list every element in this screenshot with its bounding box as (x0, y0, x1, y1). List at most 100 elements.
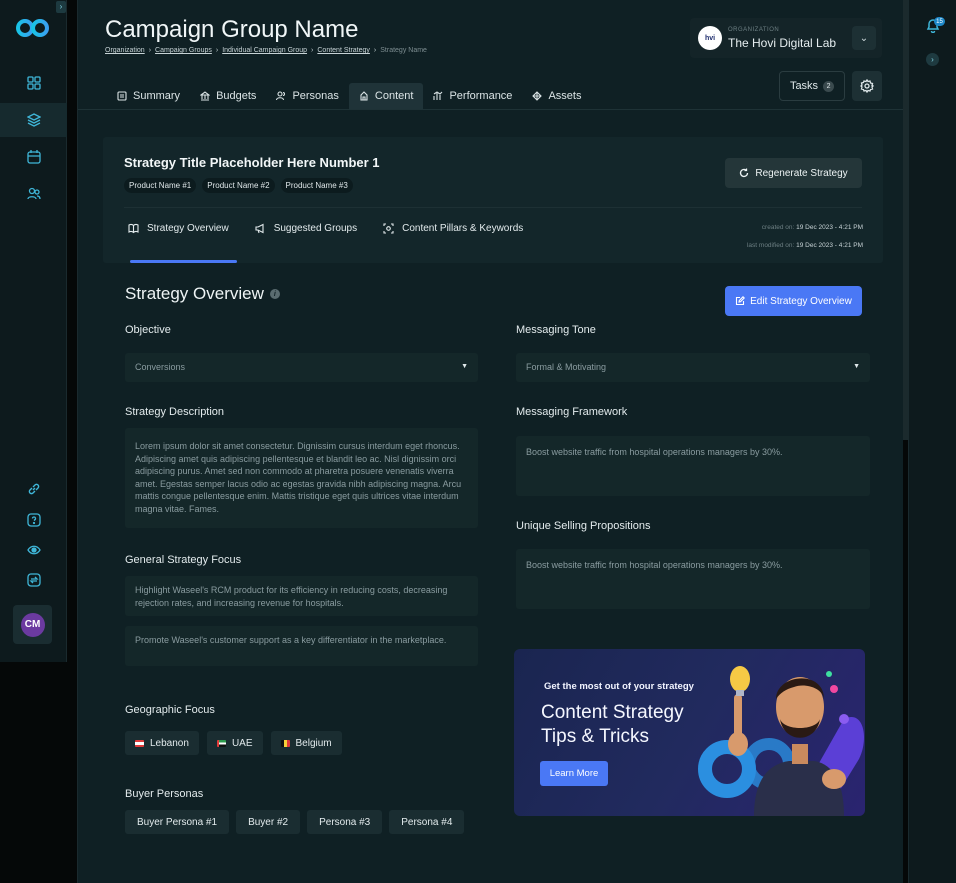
regenerate-strategy-button[interactable]: Regenerate Strategy (725, 158, 862, 188)
tasks-count-badge: 2 (823, 80, 835, 92)
geo-chip-uae: UAE (206, 731, 263, 755)
product-chip: Product Name #2 (202, 178, 275, 193)
description-label: Strategy Description (125, 406, 225, 418)
breadcrumb-campaign-groups[interactable]: Campaign Groups (155, 47, 212, 54)
product-chip: Product Name #3 (280, 178, 353, 193)
org-name: The Hovi Digital Lab (728, 36, 837, 50)
nav-links[interactable] (0, 472, 67, 506)
overview-title-text: Strategy Overview (125, 284, 264, 303)
geo-label-text: Belgium (295, 737, 332, 749)
overview-title: Strategy Overview i (125, 284, 280, 304)
breadcrumb-separator: › (215, 47, 219, 54)
organization-selector[interactable]: hvi ORGANIZATION The Hovi Digital Lab ⌄ (690, 18, 882, 58)
geo-chip-lebanon: Lebanon (125, 731, 199, 755)
tab-label: Summary (133, 90, 181, 102)
framework-field[interactable]: Boost website traffic from hospital oper… (516, 436, 870, 496)
user-avatar[interactable]: CM (13, 605, 52, 644)
breadcrumb-organization[interactable]: Organization (105, 47, 145, 54)
right-sidebar: 15 › (908, 0, 956, 883)
objective-value: Conversions (135, 362, 186, 373)
persona-chip: Buyer #2 (236, 810, 301, 834)
usp-label: Unique Selling Propositions (516, 520, 651, 532)
assets-icon (532, 91, 543, 101)
objective-select[interactable]: Conversions ▼ (125, 353, 478, 382)
subtab-label: Strategy Overview (147, 223, 229, 234)
breadcrumb-current: Strategy Name (380, 47, 427, 54)
info-icon[interactable]: i (269, 289, 280, 299)
focus-item[interactable]: Highlight Waseel's RCM product for its e… (125, 576, 478, 616)
nav-campaigns[interactable] (0, 103, 67, 137)
avatar-initials: CM (20, 612, 45, 637)
regenerate-label: Regenerate Strategy (755, 167, 848, 179)
tab-budgets[interactable]: Budgets (190, 83, 266, 109)
modified-value: 19 Dec 2023 - 4:21 PM (796, 242, 863, 249)
settings-button[interactable] (852, 71, 882, 101)
caret-down-icon: ▼ (461, 363, 468, 371)
nav-preview[interactable] (0, 533, 67, 567)
main-panel: Campaign Group Name Organization › Campai… (77, 0, 904, 883)
tab-personas[interactable]: Personas (266, 83, 348, 109)
focus-item[interactable]: Promote Waseel's customer support as a k… (125, 626, 478, 666)
performance-icon (433, 91, 443, 100)
objective-label: Objective (125, 324, 171, 336)
book-icon (128, 223, 139, 234)
tone-select[interactable]: Formal & Motivating ▼ (516, 353, 870, 382)
tips-promo-banner: Get the most out of your strategy Conten… (514, 649, 865, 816)
tab-label: Content (374, 90, 414, 102)
geo-label-text: Lebanon (150, 737, 189, 749)
page-title: Campaign Group Name (105, 16, 359, 43)
refresh-icon (740, 168, 749, 178)
bank-icon (200, 91, 211, 101)
summary-icon (117, 91, 127, 101)
users-icon (26, 187, 41, 200)
geo-label-text: UAE (231, 737, 253, 749)
edit-icon (736, 296, 746, 306)
chevron-down-icon[interactable]: ⌄ (852, 26, 876, 50)
breadcrumb-separator: › (148, 47, 152, 54)
breadcrumb-separator: › (311, 47, 314, 54)
layers-icon (26, 113, 41, 127)
content-icon (360, 91, 368, 101)
breadcrumb-content-strategy[interactable]: Content Strategy (317, 47, 370, 54)
breadcrumb: Organization › Campaign Groups › Individua… (105, 47, 427, 54)
created-date: created on: 19 Dec 2023 - 4:21 PM (747, 219, 863, 237)
eye-icon (26, 545, 41, 555)
breadcrumb-separator: › (373, 47, 377, 54)
edit-strategy-overview-button[interactable]: Edit Strategy Overview (725, 286, 862, 316)
help-icon (26, 513, 41, 527)
learn-more-button[interactable]: Learn More (540, 761, 608, 786)
nav-help[interactable] (0, 503, 67, 537)
framework-label: Messaging Framework (516, 406, 628, 418)
nav-calendar[interactable] (0, 140, 67, 174)
tasks-label: Tasks (789, 80, 819, 92)
subtab-suggested-groups[interactable]: Suggested Groups (255, 223, 357, 234)
promo-headline: Content Strategy Tips & Tricks (541, 701, 684, 749)
tab-content[interactable]: Content (348, 83, 424, 109)
tasks-button[interactable]: Tasks 2 (779, 71, 845, 101)
subtab-content-pillars[interactable]: Content Pillars & Keywords (383, 223, 523, 234)
subtab-strategy-overview[interactable]: Strategy Overview (128, 223, 229, 234)
sidebar-collapse-button[interactable]: › (56, 1, 66, 13)
link-icon (28, 483, 39, 495)
tab-label: Assets (548, 90, 582, 102)
promo-headline-line: Content Strategy (541, 702, 684, 723)
personas-label: Buyer Personas (125, 788, 204, 800)
nav-sync[interactable] (0, 563, 67, 597)
expand-panel-button[interactable]: › (926, 53, 939, 66)
app-logo[interactable] (16, 16, 50, 46)
geo-chips: Lebanon UAE Belgium (125, 731, 342, 755)
promo-illustration (698, 666, 864, 816)
tone-label: Messaging Tone (516, 324, 596, 336)
tab-summary[interactable]: Summary (107, 83, 190, 109)
modified-label: last modified on: (746, 242, 795, 249)
breadcrumb-individual-group[interactable]: Individual Campaign Group (222, 47, 307, 54)
tab-performance[interactable]: Performance (423, 83, 522, 109)
persona-chip: Buyer Persona #1 (125, 810, 230, 834)
belgium-flag-icon (280, 739, 290, 747)
subtab-label: Suggested Groups (273, 223, 358, 234)
nav-users[interactable] (0, 177, 67, 211)
nav-dashboard[interactable] (0, 66, 67, 100)
usp-field[interactable]: Boost website traffic from hospital oper… (516, 549, 870, 609)
tab-assets[interactable]: Assets (522, 83, 591, 109)
description-field[interactable]: Lorem ipsum dolor sit amet consectetur. … (125, 428, 478, 528)
